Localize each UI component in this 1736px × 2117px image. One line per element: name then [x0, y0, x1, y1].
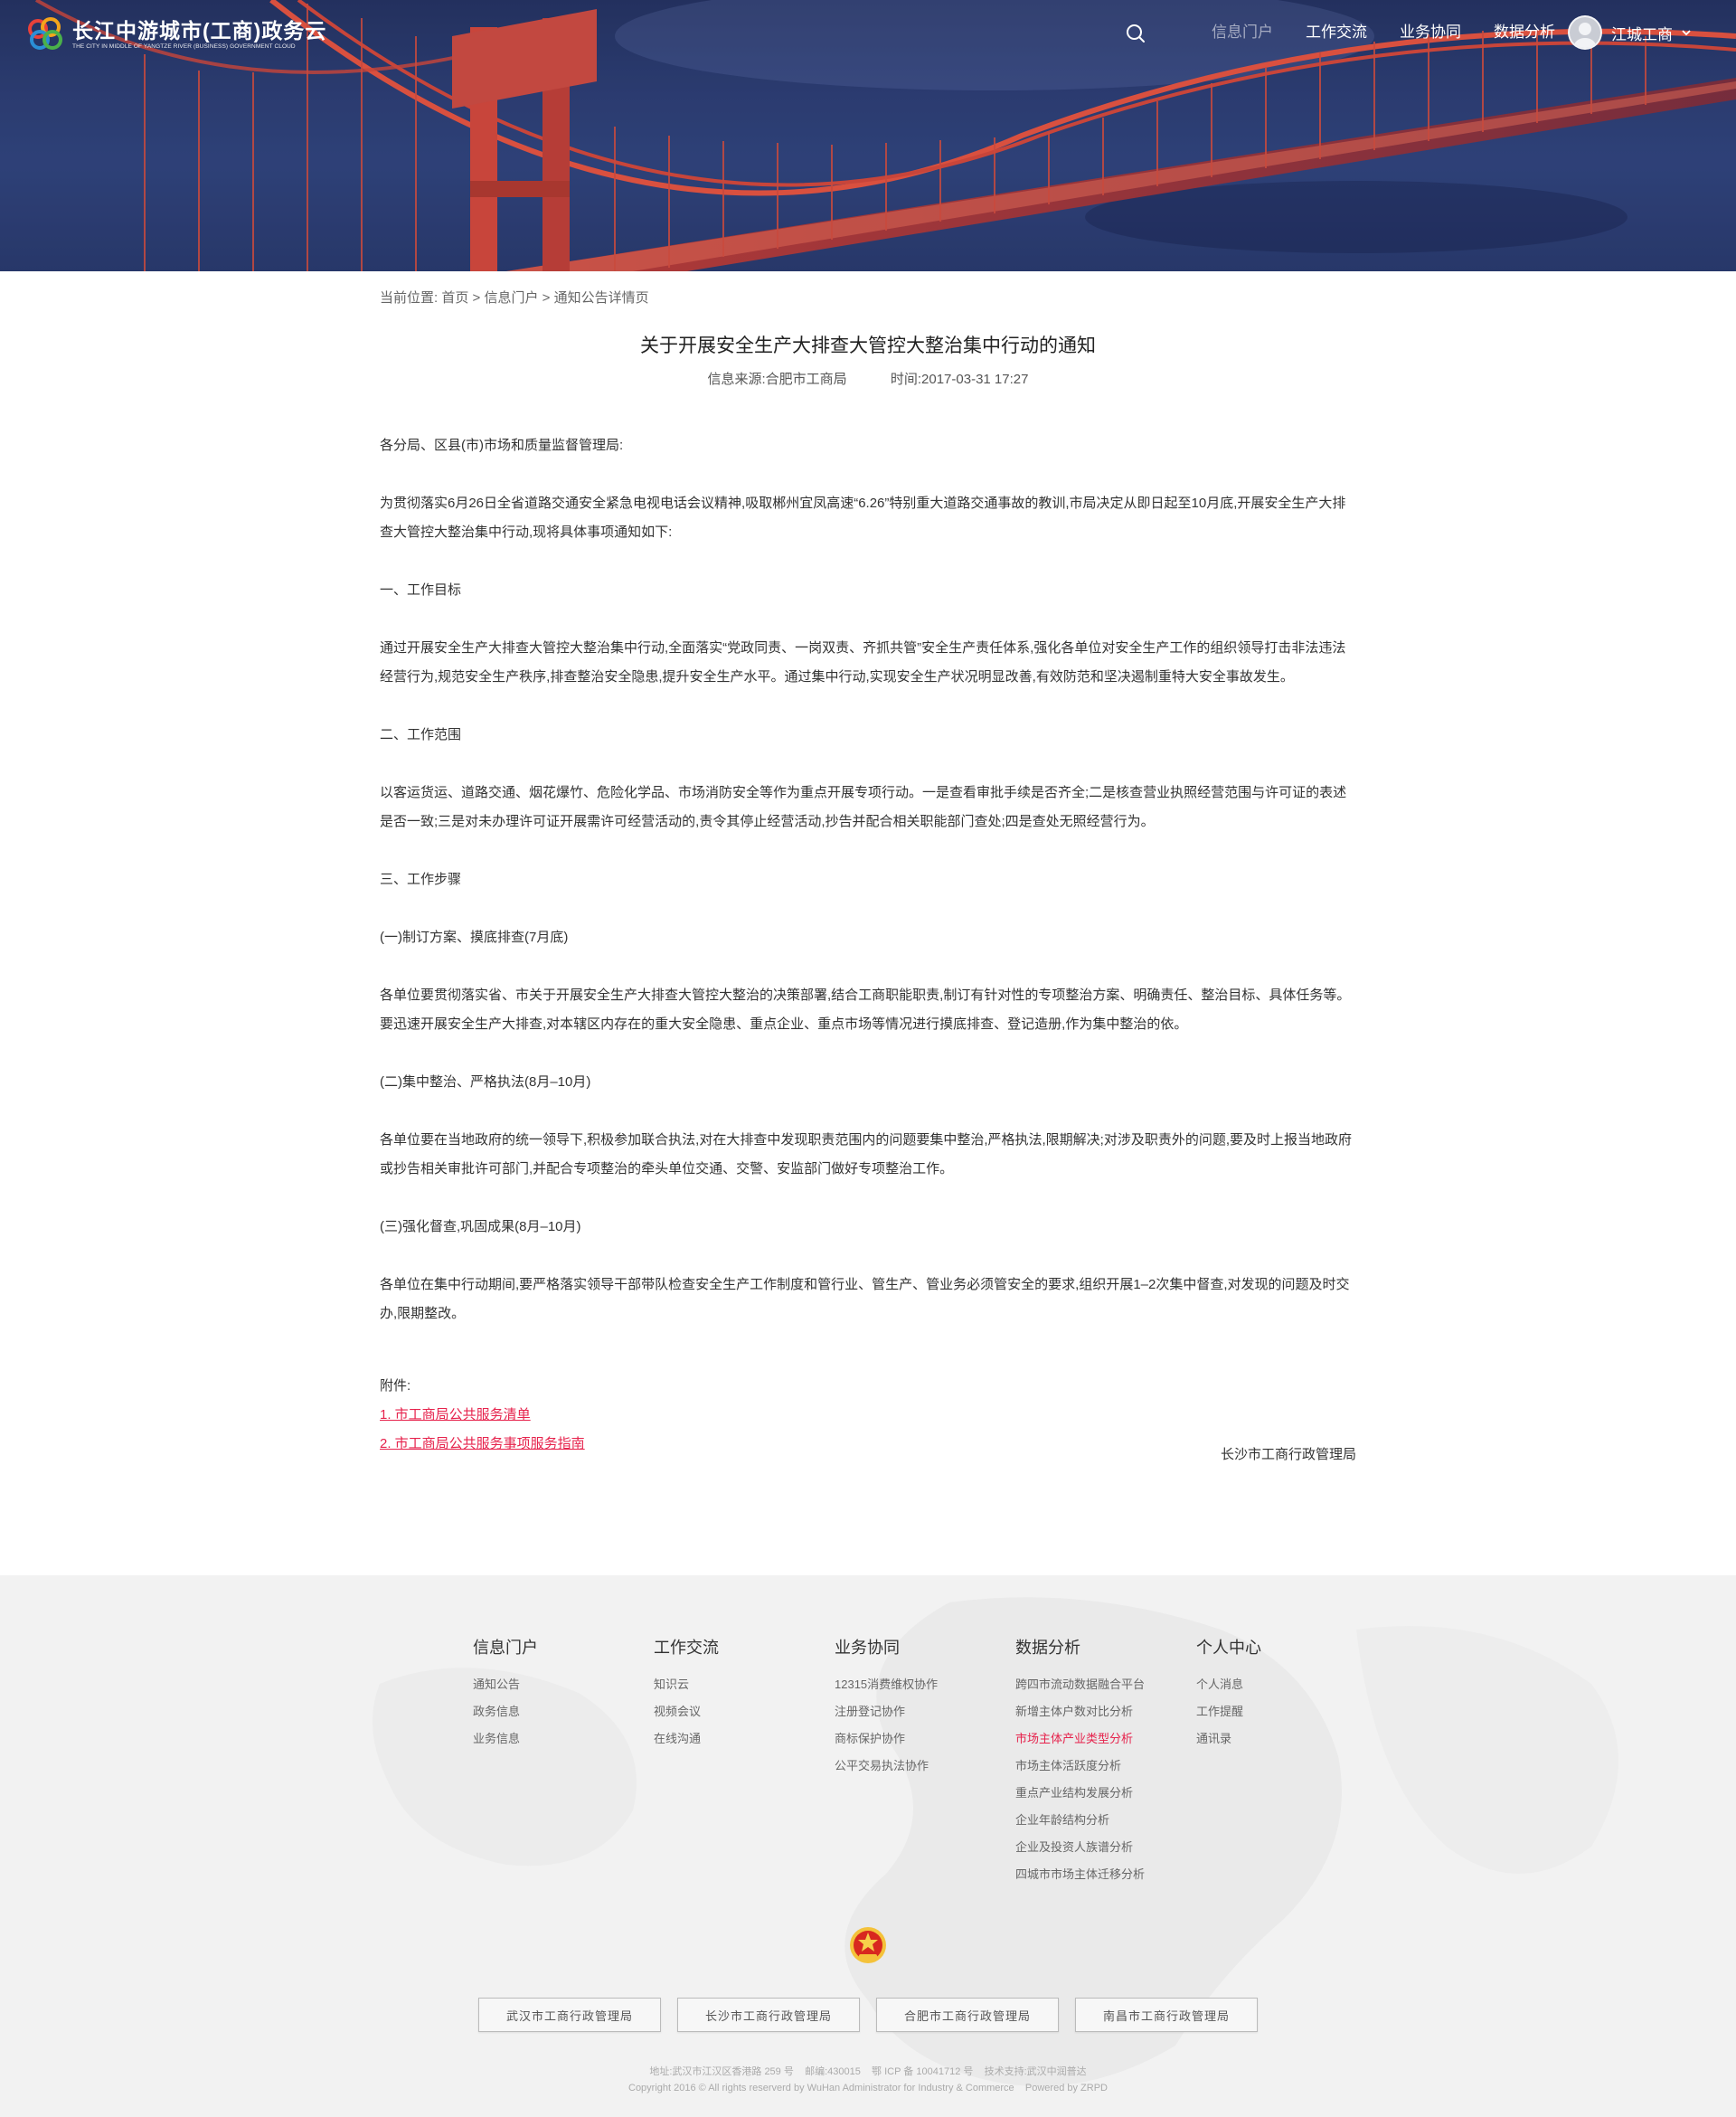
breadcrumb-info-portal[interactable]: 信息门户 [484, 290, 538, 306]
paragraph: 各单位要贯彻落实省、市关于开展安全生产大排查大管控大整治的决策部署,结合工商职能… [380, 988, 1351, 1032]
main-nav: 信息门户 工作交流 业务协同 数据分析 [1212, 22, 1588, 43]
footer-link[interactable]: 业务信息 [473, 1725, 538, 1753]
footer-col-title[interactable]: 工作交流 [654, 1637, 719, 1659]
paragraph: 各单位要在当地政府的统一领导下,积极参加联合执法,对在大排查中发现职责范围内的问… [380, 1132, 1353, 1177]
sub-heading: (二)集中整治、严格执法(8月–10月) [380, 1074, 591, 1090]
footer-link[interactable]: 企业年龄结构分析 [1015, 1807, 1145, 1834]
chevron-down-icon [1682, 30, 1691, 36]
footer-col-title[interactable]: 信息门户 [473, 1637, 538, 1659]
footer-link[interactable]: 企业及投资人族谱分析 [1015, 1834, 1145, 1861]
footer-link[interactable]: 通讯录 [1196, 1725, 1261, 1753]
avatar [1568, 15, 1602, 50]
paragraph: 各分局、区县(市)市场和质量监督管理局: [380, 438, 624, 453]
footer-address: 地址:武汉市江汉区香港路 259 号 邮编:430015 鄂 ICP 备 100… [649, 2066, 1087, 2077]
footer-link[interactable]: 在线沟通 [654, 1725, 719, 1753]
nav-item-data-analysis[interactable]: 数据分析 [1494, 22, 1555, 43]
footer-link[interactable]: 工作提醒 [1196, 1698, 1261, 1725]
logo-title: 长江中游城市(工商)政务云 [72, 18, 327, 43]
site-logo[interactable]: 长江中游城市(工商)政务云 THE CITY IN MIDDLE OF YANG… [27, 16, 326, 52]
footer-col-title[interactable]: 个人中心 [1196, 1637, 1261, 1659]
paragraph: 为贯彻落实6月26日全省道路交通安全紧急电视电话会议精神,吸取郴州宜凤高速“6.… [380, 496, 1346, 540]
footer-col-info-portal: 信息门户 通知公告 政务信息 业务信息 [473, 1637, 538, 1753]
footer-link[interactable]: 个人消息 [1196, 1671, 1261, 1698]
search-icon[interactable] [1125, 23, 1146, 44]
article-meta: 信息来源:合肥市工商局 时间:2017-03-31 17:27 [380, 371, 1356, 389]
footer-link[interactable]: 市场主体活跃度分析 [1015, 1753, 1145, 1780]
breadcrumb-separator: > [542, 290, 551, 306]
breadcrumb-current: 通知公告详情页 [553, 290, 649, 306]
footer-link[interactable]: 跨四市流动数据融合平台 [1015, 1671, 1145, 1698]
breadcrumb: 当前位置: 首页 > 信息门户 > 通知公告详情页 [380, 289, 1356, 307]
attachment-link-1[interactable]: 1. 市工商局公共服务清单 [380, 1401, 1356, 1430]
footer-col-data-analysis: 数据分析 跨四市流动数据融合平台 新增主体户数对比分析 市场主体产业类型分析 市… [1015, 1637, 1145, 1888]
footer-link[interactable]: 视频会议 [654, 1698, 719, 1725]
breadcrumb-prefix: 当前位置: [380, 290, 439, 306]
article-time: 时间:2017-03-31 17:27 [890, 372, 1029, 387]
footer-col-title[interactable]: 业务协同 [835, 1637, 938, 1659]
sub-heading: (三)强化督查,巩固成果(8月–10月) [380, 1219, 581, 1234]
section-heading: 三、工作步骤 [380, 872, 462, 887]
footer-link[interactable]: 公平交易执法协作 [835, 1753, 938, 1780]
nav-item-business-collab[interactable]: 业务协同 [1400, 22, 1461, 43]
emblem-icon [847, 1923, 889, 1965]
breadcrumb-separator: > [472, 290, 481, 306]
attachments-label: 附件: [380, 1378, 411, 1394]
sub-heading: (一)制订方案、摸底排查(7月底) [380, 930, 569, 945]
paragraph: 以客运货运、道路交通、烟花爆竹、危险化学品、市场消防安全等作为重点开展专项行动。… [380, 785, 1347, 829]
footer-link-highlighted[interactable]: 市场主体产业类型分析 [1015, 1725, 1145, 1753]
footer-link[interactable]: 通知公告 [473, 1671, 538, 1698]
page-title: 关于开展安全生产大排查大管控大整治集中行动的通知 [640, 336, 1096, 356]
partner-links: 武汉市工商行政管理局 长沙市工商行政管理局 合肥市工商行政管理局 南昌市工商行政… [478, 1998, 1274, 2032]
article-source: 信息来源:合肥市工商局 [707, 372, 847, 387]
nav-item-work-exchange[interactable]: 工作交流 [1306, 22, 1367, 43]
logo-subtitle: THE CITY IN MIDDLE OF YANGTZE RIVER (BUS… [72, 43, 296, 50]
footer-link[interactable]: 商标保护协作 [835, 1725, 938, 1753]
breadcrumb-home[interactable]: 首页 [441, 290, 468, 306]
paragraph: 通过开展安全生产大排查大管控大整治集中行动,全面落实“党政同责、一岗双责、齐抓共… [380, 640, 1346, 685]
footer-col-business-collab: 业务协同 12315消费维权协作 注册登记协作 商标保护协作 公平交易执法协作 [835, 1637, 938, 1780]
footer-info: 地址:武汉市江汉区香港路 259 号 邮编:430015 鄂 ICP 备 100… [0, 2064, 1736, 2096]
footer-col-personal-center: 个人中心 个人消息 工作提醒 通讯录 [1196, 1637, 1261, 1753]
article-container: 当前位置: 首页 > 信息门户 > 通知公告详情页 关于开展安全生产大排查大管控… [380, 271, 1356, 1464]
user-name: 江城工商 [1611, 25, 1673, 43]
footer: 信息门户 通知公告 政务信息 业务信息 工作交流 知识云 视频会议 在线沟通 业… [0, 1575, 1736, 2117]
partner-link-wuhan[interactable]: 武汉市工商行政管理局 [478, 1998, 661, 2032]
user-menu[interactable]: 江城工商 [1568, 15, 1693, 50]
hero-banner: 长江中游城市(工商)政务云 THE CITY IN MIDDLE OF YANG… [0, 0, 1736, 271]
footer-link[interactable]: 知识云 [654, 1671, 719, 1698]
footer-link[interactable]: 注册登记协作 [835, 1698, 938, 1725]
section-heading: 一、工作目标 [380, 582, 462, 598]
footer-link[interactable]: 新增主体户数对比分析 [1015, 1698, 1145, 1725]
footer-col-work-exchange: 工作交流 知识云 视频会议 在线沟通 [654, 1637, 719, 1753]
partner-link-nanchang[interactable]: 南昌市工商行政管理局 [1075, 1998, 1258, 2032]
top-navigation-bar: 长江中游城市(工商)政务云 THE CITY IN MIDDLE OF YANG… [0, 0, 1736, 65]
footer-link[interactable]: 政务信息 [473, 1698, 538, 1725]
footer-copyright: Copyright 2016 © All rights reserverd by… [628, 2083, 1108, 2093]
paragraph: 各单位在集中行动期间,要严格落实领导干部带队检查安全生产工作制度和管行业、管生产… [380, 1277, 1350, 1321]
section-heading: 二、工作范围 [380, 727, 462, 742]
footer-link[interactable]: 12315消费维权协作 [835, 1671, 938, 1698]
footer-link[interactable]: 四城市市场主体迁移分析 [1015, 1861, 1145, 1888]
logo-icon [27, 16, 67, 52]
partner-link-changsha[interactable]: 长沙市工商行政管理局 [677, 1998, 860, 2032]
footer-link[interactable]: 重点产业结构发展分析 [1015, 1780, 1145, 1807]
partner-link-hefei[interactable]: 合肥市工商行政管理局 [876, 1998, 1059, 2032]
nav-item-info-portal[interactable]: 信息门户 [1212, 22, 1273, 43]
footer-col-title[interactable]: 数据分析 [1015, 1637, 1145, 1659]
article-body: 各分局、区县(市)市场和质量监督管理局: 为贯彻落实6月26日全省道路交通安全紧… [380, 431, 1356, 1328]
